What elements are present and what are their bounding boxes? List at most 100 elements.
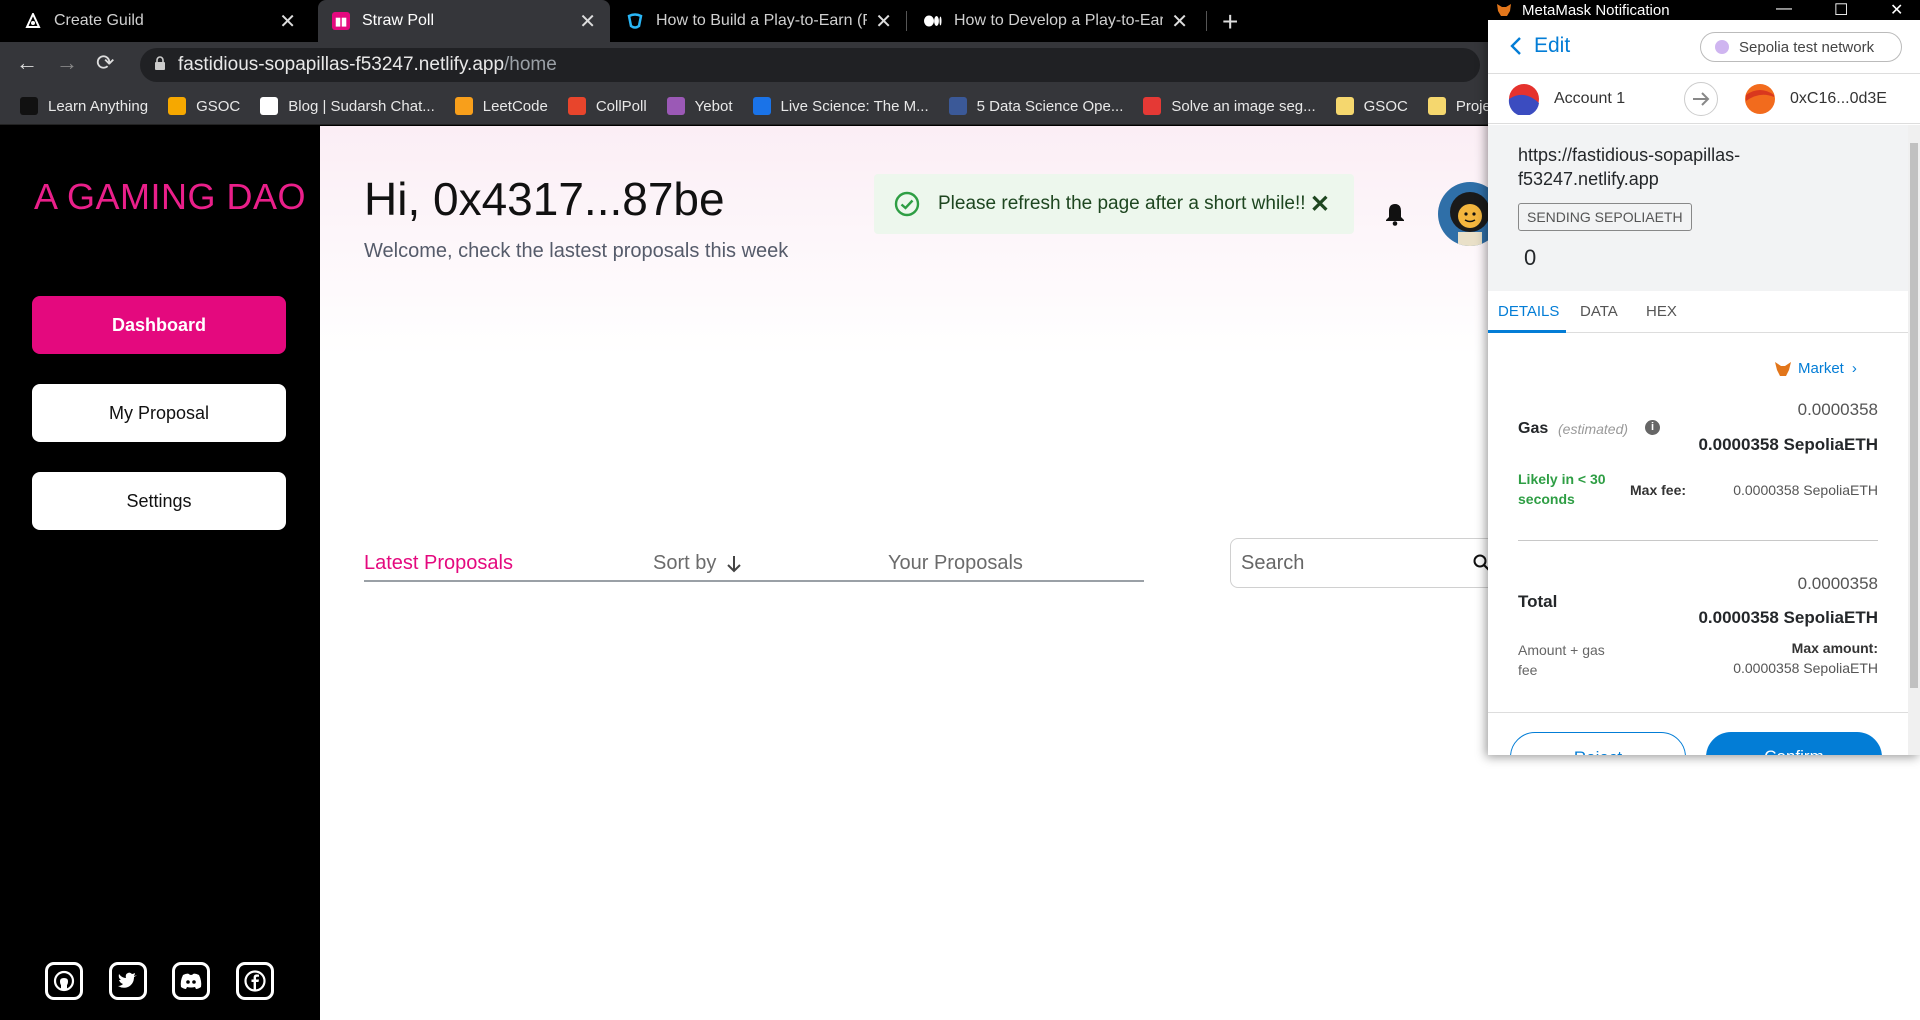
- close-icon[interactable]: ✕: [579, 9, 596, 34]
- bookmark-label: 5 Data Science Ope...: [976, 97, 1124, 115]
- reject-button[interactable]: Reject: [1510, 732, 1686, 755]
- tab-title: How to Build a Play-to-Earn (P2E: [656, 12, 867, 29]
- metamask-tabs: DETAILS DATA HEX: [1488, 291, 1908, 333]
- to-account-address: 0xC16...0d3E: [1790, 90, 1887, 107]
- guild-icon: [24, 12, 42, 30]
- tab-hex[interactable]: HEX: [1646, 303, 1677, 320]
- tab-create-guild[interactable]: Create Guild ✕: [10, 0, 310, 42]
- confirm-button[interactable]: Confirm: [1706, 732, 1882, 755]
- info-icon[interactable]: i: [1645, 420, 1660, 435]
- active-tab-indicator: [1488, 330, 1566, 333]
- tab-play-to-earn-build[interactable]: How to Build a Play-to-Earn (P2E ✕: [612, 0, 906, 42]
- bookmark-item[interactable]: LeetCode: [454, 97, 548, 115]
- send-amount: 0: [1524, 245, 1537, 270]
- bookmark-favicon-icon: [1427, 97, 1446, 115]
- strawpoll-icon: ▮▮: [332, 12, 350, 30]
- search-input[interactable]: [1231, 539, 1451, 587]
- facebook-icon[interactable]: [236, 962, 274, 1000]
- bookmark-item[interactable]: Yebot: [666, 97, 733, 115]
- metamask-titlebar: MetaMask Notification — ☐ ✕: [1488, 0, 1920, 20]
- bookmark-item[interactable]: GSOC: [168, 97, 240, 115]
- notification-bell-icon[interactable]: [1384, 202, 1406, 226]
- tab-straw-poll[interactable]: ▮▮ Straw Poll ✕: [318, 0, 610, 42]
- tab-data[interactable]: DATA: [1580, 303, 1618, 320]
- reload-icon[interactable]: ⟳: [96, 50, 114, 76]
- bookmark-item[interactable]: Blog | Sudarsh Chat...: [260, 97, 435, 115]
- forward-icon[interactable]: →: [56, 50, 78, 76]
- sort-by-label: Sort by: [653, 552, 717, 574]
- address-bar[interactable]: fastidious-sopapillas-f53247.netlify.app…: [140, 48, 1480, 82]
- bookmark-label: Yebot: [694, 97, 733, 115]
- bookmark-item[interactable]: Learn Anything: [20, 97, 148, 115]
- metamask-popup: MetaMask Notification — ☐ ✕ Edit Sepolia…: [1488, 0, 1920, 755]
- bookmark-favicon-icon: [1335, 97, 1354, 115]
- proposal-tabs: Latest Proposals Sort by Your Proposals: [364, 552, 1144, 582]
- bookmark-item[interactable]: GSOC: [1335, 97, 1408, 115]
- account-avatar-icon: [1508, 84, 1539, 115]
- transaction-origin: https://fastidious-sopapillas-f53247.net…: [1488, 125, 1908, 291]
- bookmark-favicon-icon: [454, 97, 473, 115]
- total-value: 0.0000358 SepoliaETH: [1698, 608, 1878, 627]
- close-icon[interactable]: ✕: [1310, 190, 1330, 219]
- close-icon[interactable]: ✕: [1171, 9, 1188, 34]
- metamask-window-title: MetaMask Notification: [1522, 1, 1670, 19]
- nav-dashboard-button[interactable]: Dashboard: [32, 296, 286, 354]
- search-box: [1230, 538, 1520, 588]
- nav-settings-button[interactable]: Settings: [32, 472, 286, 530]
- twitter-icon[interactable]: [109, 962, 147, 1000]
- tab-title: How to Develop a Play-to-Earn G: [954, 12, 1164, 29]
- bookmark-item[interactable]: 5 Data Science Ope...: [948, 97, 1124, 115]
- tab-title: Straw Poll: [362, 12, 435, 29]
- bookmark-item[interactable]: CollPoll: [567, 97, 647, 115]
- new-tab-button[interactable]: +: [1222, 6, 1238, 38]
- quicknode-icon: [626, 12, 644, 30]
- tab-play-to-earn-develop[interactable]: How to Develop a Play-to-Earn G ✕: [910, 0, 1202, 42]
- max-fee-value: 0.0000358 SepoliaETH: [1733, 482, 1878, 498]
- github-icon[interactable]: [45, 962, 83, 1000]
- back-icon[interactable]: ←: [16, 50, 38, 76]
- bookmark-label: Live Science: The M...: [780, 97, 929, 115]
- market-label: Market: [1798, 360, 1844, 377]
- bookmark-item[interactable]: Solve an image seg...: [1143, 97, 1316, 115]
- close-icon[interactable]: ✕: [875, 9, 892, 34]
- tab-details[interactable]: DETAILS: [1498, 303, 1559, 320]
- bookmark-favicon-icon: [20, 97, 38, 115]
- bookmark-favicon-icon: [168, 97, 187, 115]
- brand-logo-text: A GAMING DAO: [34, 176, 307, 217]
- tab-divider: [1206, 11, 1207, 31]
- refresh-toast: Please refresh the page after a short wh…: [874, 174, 1354, 234]
- address-host: fastidious-sopapillas-f53247.netlify.app: [178, 54, 505, 75]
- bookmark-label: Learn Anything: [48, 97, 149, 115]
- sidebar: A GAMING DAO Dashboard My Proposal Setti…: [0, 126, 320, 1020]
- edit-button[interactable]: Edit: [1510, 34, 1570, 58]
- maximize-icon[interactable]: ☐: [1834, 0, 1848, 20]
- discord-icon[interactable]: [172, 962, 210, 1000]
- bookmark-label: LeetCode: [482, 97, 548, 115]
- close-icon[interactable]: ✕: [1890, 0, 1903, 20]
- sort-by-button[interactable]: Sort by: [653, 552, 742, 575]
- bookmark-favicon-icon: [948, 97, 967, 115]
- market-button[interactable]: Market ›: [1774, 360, 1857, 377]
- likely-time-label: Likely in < 30 seconds: [1518, 471, 1606, 507]
- scrollbar-thumb[interactable]: [1910, 143, 1918, 688]
- close-icon[interactable]: ✕: [279, 9, 296, 34]
- tab-your-proposals[interactable]: Your Proposals: [888, 552, 1023, 575]
- tab-latest-proposals[interactable]: Latest Proposals: [364, 552, 513, 575]
- arrow-down-icon: [727, 555, 742, 572]
- success-check-icon: [894, 191, 920, 217]
- network-selector[interactable]: Sepolia test network: [1700, 32, 1902, 62]
- bookmark-favicon-icon: [567, 97, 586, 115]
- max-amount-label: Max amount:: [1791, 640, 1878, 656]
- welcome-subtitle: Welcome, check the lastest proposals thi…: [364, 240, 789, 262]
- details-divider: [1518, 540, 1878, 541]
- nav-my-proposal-button[interactable]: My Proposal: [32, 384, 286, 442]
- gas-value: 0.0000358 SepoliaETH: [1698, 435, 1878, 454]
- minimize-icon[interactable]: —: [1776, 0, 1792, 18]
- origin-url: https://fastidious-sopapillas-f53247.net…: [1518, 145, 1741, 189]
- max-amount-value: 0.0000358 SepoliaETH: [1733, 660, 1878, 676]
- bookmark-item[interactable]: Live Science: The M...: [752, 97, 929, 115]
- arrow-right-icon: [1684, 82, 1718, 116]
- network-dot-icon: [1715, 40, 1729, 54]
- scrollbar[interactable]: [1908, 125, 1920, 755]
- bookmark-favicon-icon: [260, 97, 279, 115]
